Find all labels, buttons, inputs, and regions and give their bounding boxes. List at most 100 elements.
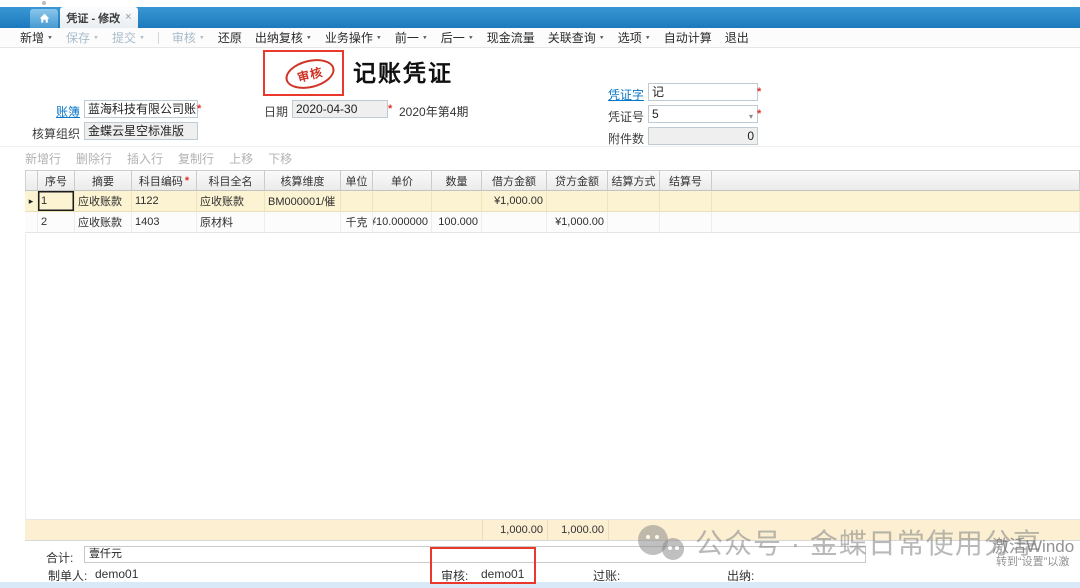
toolbar-exit-label: 退出 <box>725 29 749 46</box>
table-cell[interactable]: 原材料 <box>197 212 265 233</box>
toolbar-submit-label: 提交 <box>112 29 136 46</box>
column-header-单位: 单位 <box>341 170 373 191</box>
dropdown-caret-icon: ▼ <box>645 35 651 40</box>
column-header-label: 单位 <box>346 173 368 189</box>
table-cell[interactable] <box>660 191 712 212</box>
toolbar-cash-flow-label: 现金流量 <box>487 29 535 46</box>
grid-toolbar-button: 删除行 <box>76 150 112 167</box>
column-header-label: 贷方金额 <box>555 173 599 189</box>
table-cell[interactable]: 应收账款 <box>197 191 265 212</box>
toolbar-cash-flow-button[interactable]: 现金流量 <box>487 29 535 46</box>
toolbar-options-label: 选项 <box>618 29 642 46</box>
table-cell[interactable] <box>660 212 712 233</box>
table-cell[interactable] <box>608 191 660 212</box>
toolbar-exit-button[interactable]: 退出 <box>725 29 749 46</box>
column-header-blank <box>712 170 1080 191</box>
window-dot <box>42 1 46 5</box>
auditor-annotation-box <box>430 547 536 584</box>
table-cell[interactable] <box>341 191 373 212</box>
voucher-word-input[interactable]: 记 <box>648 83 758 101</box>
toolbar-auto-calc-label: 自动计算 <box>664 29 712 46</box>
table-cell[interactable]: ¥1,000.00 <box>482 191 547 212</box>
table-cell[interactable] <box>482 212 547 233</box>
table-cell[interactable] <box>712 191 1080 212</box>
table-cell[interactable]: 应收账款 <box>75 191 132 212</box>
dropdown-caret-icon: ▼ <box>139 35 145 40</box>
column-header-结算方式: 结算方式 <box>608 170 660 191</box>
table-cell[interactable] <box>432 191 482 212</box>
column-header-科目编码: 科目编码* <box>132 170 197 191</box>
date-label: 日期 <box>258 103 288 120</box>
table-cell[interactable]: 1403 <box>132 212 197 233</box>
table-cell[interactable]: 千克 <box>341 212 373 233</box>
table-cell[interactable] <box>547 191 608 212</box>
table-cell[interactable] <box>608 212 660 233</box>
table-cell[interactable]: 应收账款 <box>75 212 132 233</box>
entries-table: 序号摘要科目编码*科目全名核算维度单位单价数量借方金额贷方金额结算方式结算号 ▸… <box>25 170 1080 233</box>
table-cell[interactable] <box>373 191 432 212</box>
totals-cell: 1,000.00 <box>547 520 608 540</box>
dropdown-caret-icon: ▼ <box>199 35 205 40</box>
toolbar-submit-button: 提交▼ <box>112 29 145 46</box>
toolbar-audit-button: 审核▼ <box>172 29 205 46</box>
tab-label: 凭证 - 修改 <box>66 10 120 26</box>
book-input[interactable]: 蓝海科技有限公司账簿 <box>84 100 198 118</box>
toolbar-restore-button[interactable]: 还原 <box>218 29 242 46</box>
table-cell[interactable]: 1122 <box>132 191 197 212</box>
chevron-down-icon[interactable]: ▾ <box>749 109 753 123</box>
toolbar-related-query-button[interactable]: 关联查询▼ <box>548 29 605 46</box>
table-cell[interactable]: 100.000 <box>432 212 482 233</box>
toolbar-add-label: 新增 <box>20 29 44 46</box>
date-input[interactable]: 2020-04-30 <box>292 100 388 118</box>
voucher-no-select[interactable]: 5 ▾ <box>648 105 758 123</box>
voucher-no-label: 凭证号 <box>600 108 644 125</box>
table-cell[interactable]: BM000001/催 <box>265 191 341 212</box>
required-mark: * <box>185 175 189 187</box>
org-input[interactable]: 金蝶云星空标准版 <box>84 122 198 140</box>
toolbar-add-button[interactable]: 新增▼ <box>20 29 53 46</box>
toolbar-previous-button[interactable]: 前一▼ <box>395 29 428 46</box>
table-cell[interactable] <box>265 212 341 233</box>
voucher-no-value: 5 <box>652 107 659 121</box>
toolbar-options-button[interactable]: 选项▼ <box>618 29 651 46</box>
grid-toolbar-button: 下移 <box>268 150 292 167</box>
toolbar-save-button: 保存▼ <box>66 29 99 46</box>
grid-toolbar-button: 复制行 <box>178 150 214 167</box>
toolbar-business-ops-label: 业务操作 <box>325 29 373 46</box>
toolbar-next-button[interactable]: 后一▼ <box>441 29 474 46</box>
totals-cell <box>75 520 132 540</box>
voucher-word-required-mark: * <box>757 86 761 98</box>
table-cell[interactable]: 2 <box>38 212 75 233</box>
toolbar-business-ops-button[interactable]: 业务操作▼ <box>325 29 382 46</box>
tab-close-icon[interactable]: × <box>125 12 131 23</box>
maker-value: demo01 <box>95 567 138 581</box>
column-header-序号: 序号 <box>38 170 75 191</box>
toolbar-auto-calc-button[interactable]: 自动计算 <box>664 29 712 46</box>
book-link[interactable]: 账簿 <box>56 105 80 119</box>
totals-cell <box>25 520 38 540</box>
toolbar: 新增▼保存▼提交▼审核▼还原出纳复核▼业务操作▼前一▼后一▼现金流量关联查询▼选… <box>0 28 1080 48</box>
column-header-label: 借方金额 <box>492 173 536 189</box>
grid-left-border <box>25 234 26 519</box>
toolbar-cashier-review-button[interactable]: 出纳复核▼ <box>255 29 312 46</box>
activate-windows-subtext: 转到“设置”以激 <box>996 553 1069 569</box>
home-tab[interactable] <box>30 9 58 28</box>
table-cell[interactable]: ¥10.000000 <box>373 212 432 233</box>
table-cell[interactable] <box>712 212 1080 233</box>
tab-voucher-edit[interactable]: 凭证 - 修改 × <box>60 7 138 28</box>
column-header-blank <box>25 170 38 191</box>
attachments-input[interactable]: 0 <box>648 127 758 145</box>
table-cell[interactable]: 1 <box>38 191 75 212</box>
voucher-no-required-mark: * <box>757 108 761 120</box>
dropdown-caret-icon: ▼ <box>306 35 312 40</box>
voucher-word-link[interactable]: 凭证字 <box>608 88 644 102</box>
dropdown-caret-icon: ▼ <box>468 35 474 40</box>
sum-label: 合计: <box>46 549 73 566</box>
totals-cell: 1,000.00 <box>482 520 547 540</box>
column-header-label: 科目编码 <box>139 173 183 189</box>
date-required-mark: * <box>388 103 392 115</box>
toolbar-save-label: 保存 <box>66 29 90 46</box>
column-header-摘要: 摘要 <box>75 170 132 191</box>
grid-toolbar-button: 插入行 <box>127 150 163 167</box>
table-cell[interactable]: ¥1,000.00 <box>547 212 608 233</box>
